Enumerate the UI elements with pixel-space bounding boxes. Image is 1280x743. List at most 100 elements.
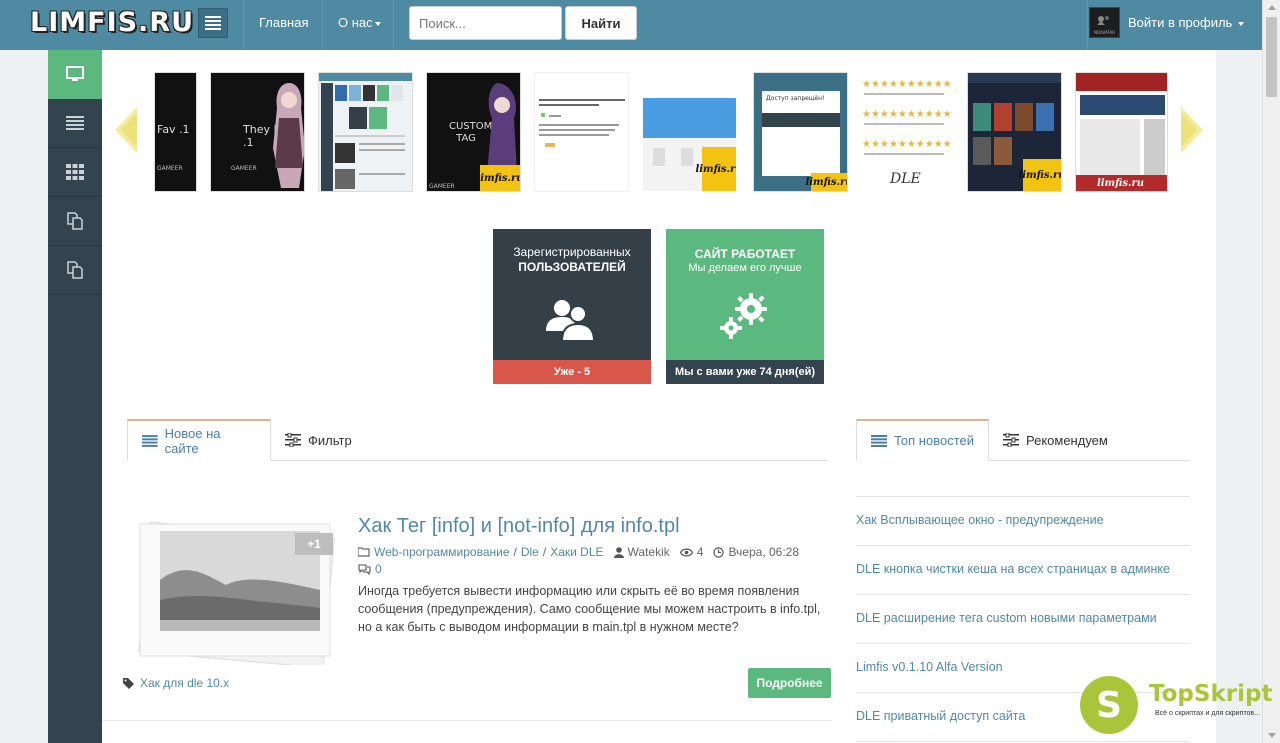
sidebar-item-copy-1[interactable]: [48, 197, 102, 246]
svg-text:DLE: DLE: [889, 171, 921, 187]
slider-thumb[interactable]: [318, 72, 413, 192]
limfis-badge: limfis.ru: [476, 165, 520, 191]
article-author[interactable]: Watekik: [628, 545, 670, 559]
comments-icon: [358, 563, 371, 575]
top-news-item[interactable]: DLE кнопка чистки кеша на всех страницах…: [856, 562, 1170, 576]
slider-thumb[interactable]: They Fav .1 GAMEER: [210, 72, 305, 192]
caret-down-icon: [374, 21, 381, 26]
thumb-caption: Доступ запрещён!: [766, 95, 825, 102]
article-views: 4: [696, 545, 704, 559]
hamburger-icon: [205, 16, 221, 30]
scroll-up-icon[interactable]: [1268, 5, 1276, 10]
slider-thumb[interactable]: limfis.ru: [642, 72, 737, 192]
clock-icon: [713, 546, 725, 558]
slider-thumb[interactable]: [534, 72, 629, 192]
search-input[interactable]: [409, 6, 562, 40]
tab-label: Фильтр: [308, 432, 352, 448]
tags-icon: [123, 677, 134, 689]
monitor-icon: [66, 66, 84, 81]
top-news-item[interactable]: DLE приватный доступ сайта: [856, 709, 1025, 723]
left-sidebar: [48, 50, 102, 743]
slider-prev-icon[interactable]: [115, 107, 137, 153]
tab-label: Топ новостей: [894, 433, 975, 448]
article-thumbnail[interactable]: +1: [136, 520, 336, 669]
nav-home[interactable]: Главная: [259, 0, 308, 50]
nav-about[interactable]: О нас: [338, 0, 381, 50]
copy-icon: [67, 261, 83, 279]
site-logo[interactable]: LIMFIS.RU: [30, 7, 194, 38]
top-news-item[interactable]: Limfis v0.1.10 Alfa Version: [856, 660, 1003, 674]
tab-new-on-site[interactable]: Новое на сайте: [127, 419, 271, 461]
scrollbar-thumb[interactable]: [1266, 17, 1277, 97]
slider-thumb[interactable]: Fav .1 GAMEER: [154, 72, 197, 192]
list-divider: [856, 741, 1190, 742]
article-divider: [102, 720, 832, 721]
screenshot-image: [539, 99, 625, 147]
list-divider: [856, 496, 1190, 497]
list-icon: [142, 434, 158, 447]
search-button[interactable]: Найти: [565, 6, 637, 40]
list-divider: [856, 643, 1190, 644]
tab-top-news[interactable]: Топ новостей: [856, 419, 989, 461]
slider-thumb[interactable]: limfis.ru: [1075, 72, 1168, 192]
article-comments[interactable]: 0: [358, 562, 382, 576]
thumb-caption: Fav .1: [157, 123, 190, 136]
users-icon: [546, 300, 596, 341]
screenshot-image: [319, 73, 412, 191]
list-divider: [856, 692, 1190, 693]
sidebar-item-list[interactable]: [48, 99, 102, 148]
list-divider: [856, 594, 1190, 595]
thumb-small-text: GAMEER: [231, 165, 257, 172]
top-news-item[interactable]: DLE расширение тега custom новыми параме…: [856, 611, 1157, 625]
category-link[interactable]: Хаки DLE: [550, 545, 603, 559]
tag-label: Хак для dle 10.x: [140, 676, 230, 690]
category-separator: /: [542, 545, 547, 559]
nav-divider: [243, 0, 244, 50]
thumb-small-text: GAMEER: [157, 165, 183, 172]
avatar-placeholder-icon: [1097, 16, 1109, 25]
nav-divider: [322, 0, 323, 50]
avatar[interactable]: NOAVATAR: [1089, 7, 1120, 38]
slider-thumb[interactable]: Доступ запрещён! limfis.ru: [753, 72, 848, 192]
article-excerpt: Иногда требуется вывести информацию или …: [358, 584, 821, 634]
slider-next-icon[interactable]: [1181, 107, 1203, 153]
registered-users-tile: Зарегистрированных ПОЛЬЗОВАТЕЛЕЙ Уже - 5: [493, 229, 651, 384]
avatar-text: NOAVATAR: [1093, 30, 1116, 35]
category-link[interactable]: Dle: [521, 545, 539, 559]
article-date: Вчера, 06:28: [728, 545, 800, 559]
tab-recommended[interactable]: Рекомендуем: [989, 419, 1122, 461]
slider-thumb[interactable]: ★★★★★★★★★★ ★★★★★★★★★★ ★★★★★★★★★★ DLE: [859, 72, 954, 192]
tile-users-count: Уже - 5: [493, 360, 651, 384]
menu-toggle-button[interactable]: [198, 8, 228, 38]
page-scrollbar[interactable]: [1262, 0, 1280, 743]
read-more-button[interactable]: Подробнее: [748, 668, 831, 698]
category-separator: /: [513, 545, 517, 559]
site-works-tile: САЙТ РАБОТАЕТ Мы делаем его лучше Мы с в…: [666, 229, 824, 384]
limfis-badge: limfis.ru: [695, 147, 736, 191]
tile-users-line1: Зарегистрированных: [513, 245, 631, 259]
scroll-down-icon[interactable]: [1268, 733, 1276, 738]
limfis-badge: limfis.ru: [1076, 175, 1167, 191]
anime-character-image: [273, 83, 304, 188]
watermark-subtitle: Всё о скриптах и для скриптов...: [1155, 710, 1260, 717]
top-news-item[interactable]: Хак Всплывающее окно - предупреждение: [856, 513, 1104, 527]
sidebar-item-grid[interactable]: [48, 148, 102, 197]
sidebar-item-monitor[interactable]: [48, 50, 102, 99]
sliders-icon: [285, 433, 301, 447]
thumb-caption: CUSTOM TAG: [449, 121, 493, 144]
login-profile-label: Войти в профиль: [1128, 15, 1233, 30]
login-profile-link[interactable]: Войти в профиль: [1128, 0, 1244, 50]
copy-icon: [67, 212, 83, 230]
article-title[interactable]: Хак Тег [info] и [not-info] для info.tpl: [358, 515, 680, 538]
article-tag[interactable]: Хак для dle 10.x: [123, 676, 229, 690]
category-link[interactable]: Web-программирование: [374, 545, 510, 559]
tab-filter[interactable]: Фильтр: [271, 419, 366, 461]
tile-users-line2: ПОЛЬЗОВАТЕЛЕЙ: [518, 260, 626, 274]
caret-down-icon: [1237, 21, 1244, 26]
slider-thumb[interactable]: limfis.ru: [967, 72, 1062, 192]
article-meta: Web-программирование / Dle / Хаки DLE Wate…: [358, 545, 799, 559]
list-icon: [871, 434, 887, 447]
grid-icon: [66, 164, 84, 180]
sidebar-item-copy-2[interactable]: [48, 246, 102, 295]
slider-thumb[interactable]: CUSTOM TAG limfis.ru GAMEER: [426, 72, 521, 192]
